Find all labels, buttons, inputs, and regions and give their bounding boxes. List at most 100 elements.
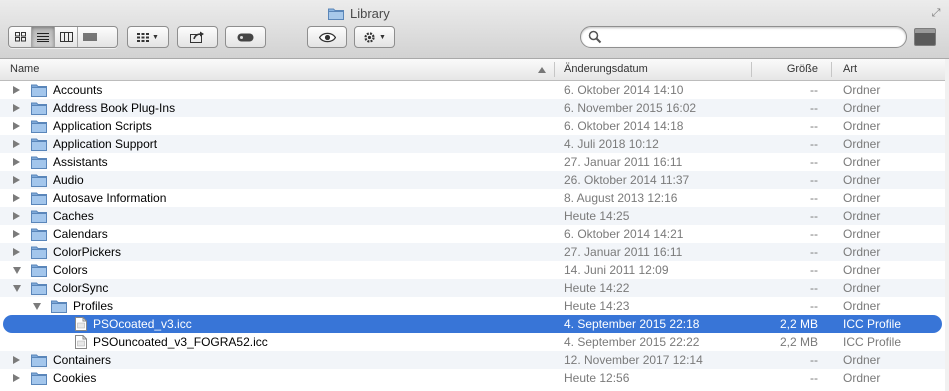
column-divider[interactable] [751, 62, 752, 77]
file-row[interactable]: PSOuncoated_v3_FOGRA52.icc 4. September 2… [0, 333, 945, 351]
item-size: -- [810, 155, 818, 169]
item-kind: Ordner [843, 371, 881, 385]
folder-row[interactable]: Application Scripts 6. Oktober 2014 14:18… [0, 117, 945, 135]
disclosure-triangle-icon[interactable] [13, 374, 20, 382]
file-row[interactable]: PSOcoated_v3.icc 4. September 2015 22:18 2… [3, 315, 942, 333]
folder-row[interactable]: Accounts 6. Oktober 2014 14:10 -- Ordner [0, 81, 945, 99]
item-kind: Ordner [843, 191, 881, 205]
search-field[interactable] [580, 26, 907, 48]
disclosure-triangle-icon[interactable] [13, 267, 21, 274]
icon-view-icon [14, 32, 26, 42]
item-modified-date: 12. November 2017 12:14 [564, 353, 703, 367]
item-kind: Ordner [843, 155, 881, 169]
disclosure-triangle-icon[interactable] [13, 356, 20, 364]
coverflow-view-button[interactable] [78, 27, 101, 47]
column-divider[interactable] [554, 62, 555, 77]
tags-button[interactable] [225, 26, 266, 48]
disclosure-triangle-icon[interactable] [13, 248, 20, 256]
toggle-toolbar-button[interactable] [914, 28, 936, 46]
column-header-name[interactable]: Name [10, 59, 39, 80]
item-size: -- [810, 371, 818, 385]
disclosure-triangle-icon[interactable] [33, 303, 41, 310]
chevron-down-icon: ▼ [379, 33, 386, 41]
column-view-button[interactable] [55, 27, 78, 47]
column-view-icon [59, 32, 73, 42]
column-header-kind[interactable]: Art [843, 59, 857, 80]
folder-row[interactable]: ColorSync Heute 14:22 -- Ordner [0, 279, 945, 297]
item-modified-date: 6. Oktober 2014 14:18 [564, 119, 684, 133]
column-header-size[interactable]: Größe [760, 59, 818, 80]
share-button[interactable] [177, 26, 218, 48]
folder-row[interactable]: Audio 26. Oktober 2014 11:37 -- Ordner [0, 171, 945, 189]
item-kind: Ordner [843, 83, 881, 97]
disclosure-triangle-icon[interactable] [13, 122, 20, 130]
vertical-scrollbar[interactable] [945, 59, 949, 391]
item-size: -- [810, 137, 818, 151]
folder-row[interactable]: ColorPickers 27. Januar 2011 16:11 -- Ordne… [0, 243, 945, 261]
quick-look-button[interactable] [307, 26, 347, 48]
item-modified-date: Heute 14:25 [564, 209, 630, 223]
arrange-icon [137, 32, 150, 42]
folder-row[interactable]: Cookies Heute 12:56 -- Ordner [0, 369, 945, 387]
list-view-button[interactable] [32, 27, 55, 47]
folder-icon [31, 210, 47, 223]
item-name: Address Book Plug-Ins [53, 101, 176, 115]
fullscreen-icon[interactable]: ⤢ [929, 6, 943, 20]
folder-row[interactable]: Application Support 4. Juli 2018 10:12 -- O… [0, 135, 945, 153]
list-view-icon [37, 32, 49, 42]
action-menu-button[interactable]: ▼ [354, 26, 395, 48]
view-mode-control[interactable] [8, 26, 118, 48]
folder-icon [31, 228, 47, 241]
item-kind: Ordner [843, 227, 881, 241]
folder-row[interactable]: Containers 12. November 2017 12:14 -- Ordne… [0, 351, 945, 369]
disclosure-triangle-icon[interactable] [13, 104, 20, 112]
item-size: -- [810, 209, 818, 223]
item-modified-date: 4. September 2015 22:18 [564, 317, 700, 331]
folder-row[interactable]: Autosave Information 8. August 2013 12:16… [0, 189, 945, 207]
disclosure-triangle-icon[interactable] [13, 176, 20, 184]
item-modified-date: 6. Oktober 2014 14:21 [564, 227, 684, 241]
disclosure-triangle-icon[interactable] [13, 140, 20, 148]
item-kind: Ordner [843, 281, 881, 295]
item-name: Accounts [53, 83, 103, 97]
item-name: Application Scripts [53, 119, 152, 133]
disclosure-triangle-icon[interactable] [13, 158, 20, 166]
disclosure-triangle-icon[interactable] [13, 230, 20, 238]
column-divider[interactable] [831, 62, 832, 77]
disclosure-triangle-icon[interactable] [13, 212, 20, 220]
share-icon [190, 31, 204, 43]
folder-row[interactable]: Caches Heute 14:25 -- Ordner [0, 207, 945, 225]
folder-icon [31, 192, 47, 205]
item-size: 2,2 MB [779, 317, 818, 331]
window-toolbar: Library ⤢ ▼ ▼ [0, 0, 949, 59]
item-size: -- [810, 299, 818, 313]
item-kind: Ordner [843, 173, 881, 187]
arrange-button[interactable]: ▼ [127, 26, 169, 48]
folder-icon [31, 354, 47, 367]
item-size: -- [810, 353, 818, 367]
tag-icon [237, 33, 254, 41]
item-size: 2,2 MB [779, 335, 818, 349]
folder-row[interactable]: Assistants 27. Januar 2011 16:11 -- Ordner [0, 153, 945, 171]
folder-row[interactable]: Colors 14. Juni 2011 12:09 -- Ordner [0, 261, 945, 279]
disclosure-triangle-icon[interactable] [13, 285, 21, 292]
search-input[interactable] [605, 29, 895, 45]
column-header-date[interactable]: Änderungsdatum [564, 59, 648, 80]
item-kind: Ordner [843, 245, 881, 259]
gear-icon [364, 31, 375, 43]
item-name: Cookies [53, 371, 97, 385]
folder-icon [31, 120, 47, 133]
folder-row[interactable]: Address Book Plug-Ins 6. November 2015 16… [0, 99, 945, 117]
icon-view-button[interactable] [9, 27, 32, 47]
item-name: Assistants [53, 155, 108, 169]
folder-row[interactable]: Profiles Heute 14:23 -- Ordner [0, 297, 945, 315]
item-size: -- [810, 191, 818, 205]
window-title: Library [328, 5, 390, 21]
item-size: -- [810, 173, 818, 187]
sort-ascending-icon [538, 67, 546, 73]
folder-icon [31, 84, 47, 97]
folder-icon [51, 300, 67, 313]
folder-row[interactable]: Calendars 6. Oktober 2014 14:21 -- Ordner [0, 225, 945, 243]
disclosure-triangle-icon[interactable] [13, 194, 20, 202]
disclosure-triangle-icon[interactable] [13, 86, 20, 94]
